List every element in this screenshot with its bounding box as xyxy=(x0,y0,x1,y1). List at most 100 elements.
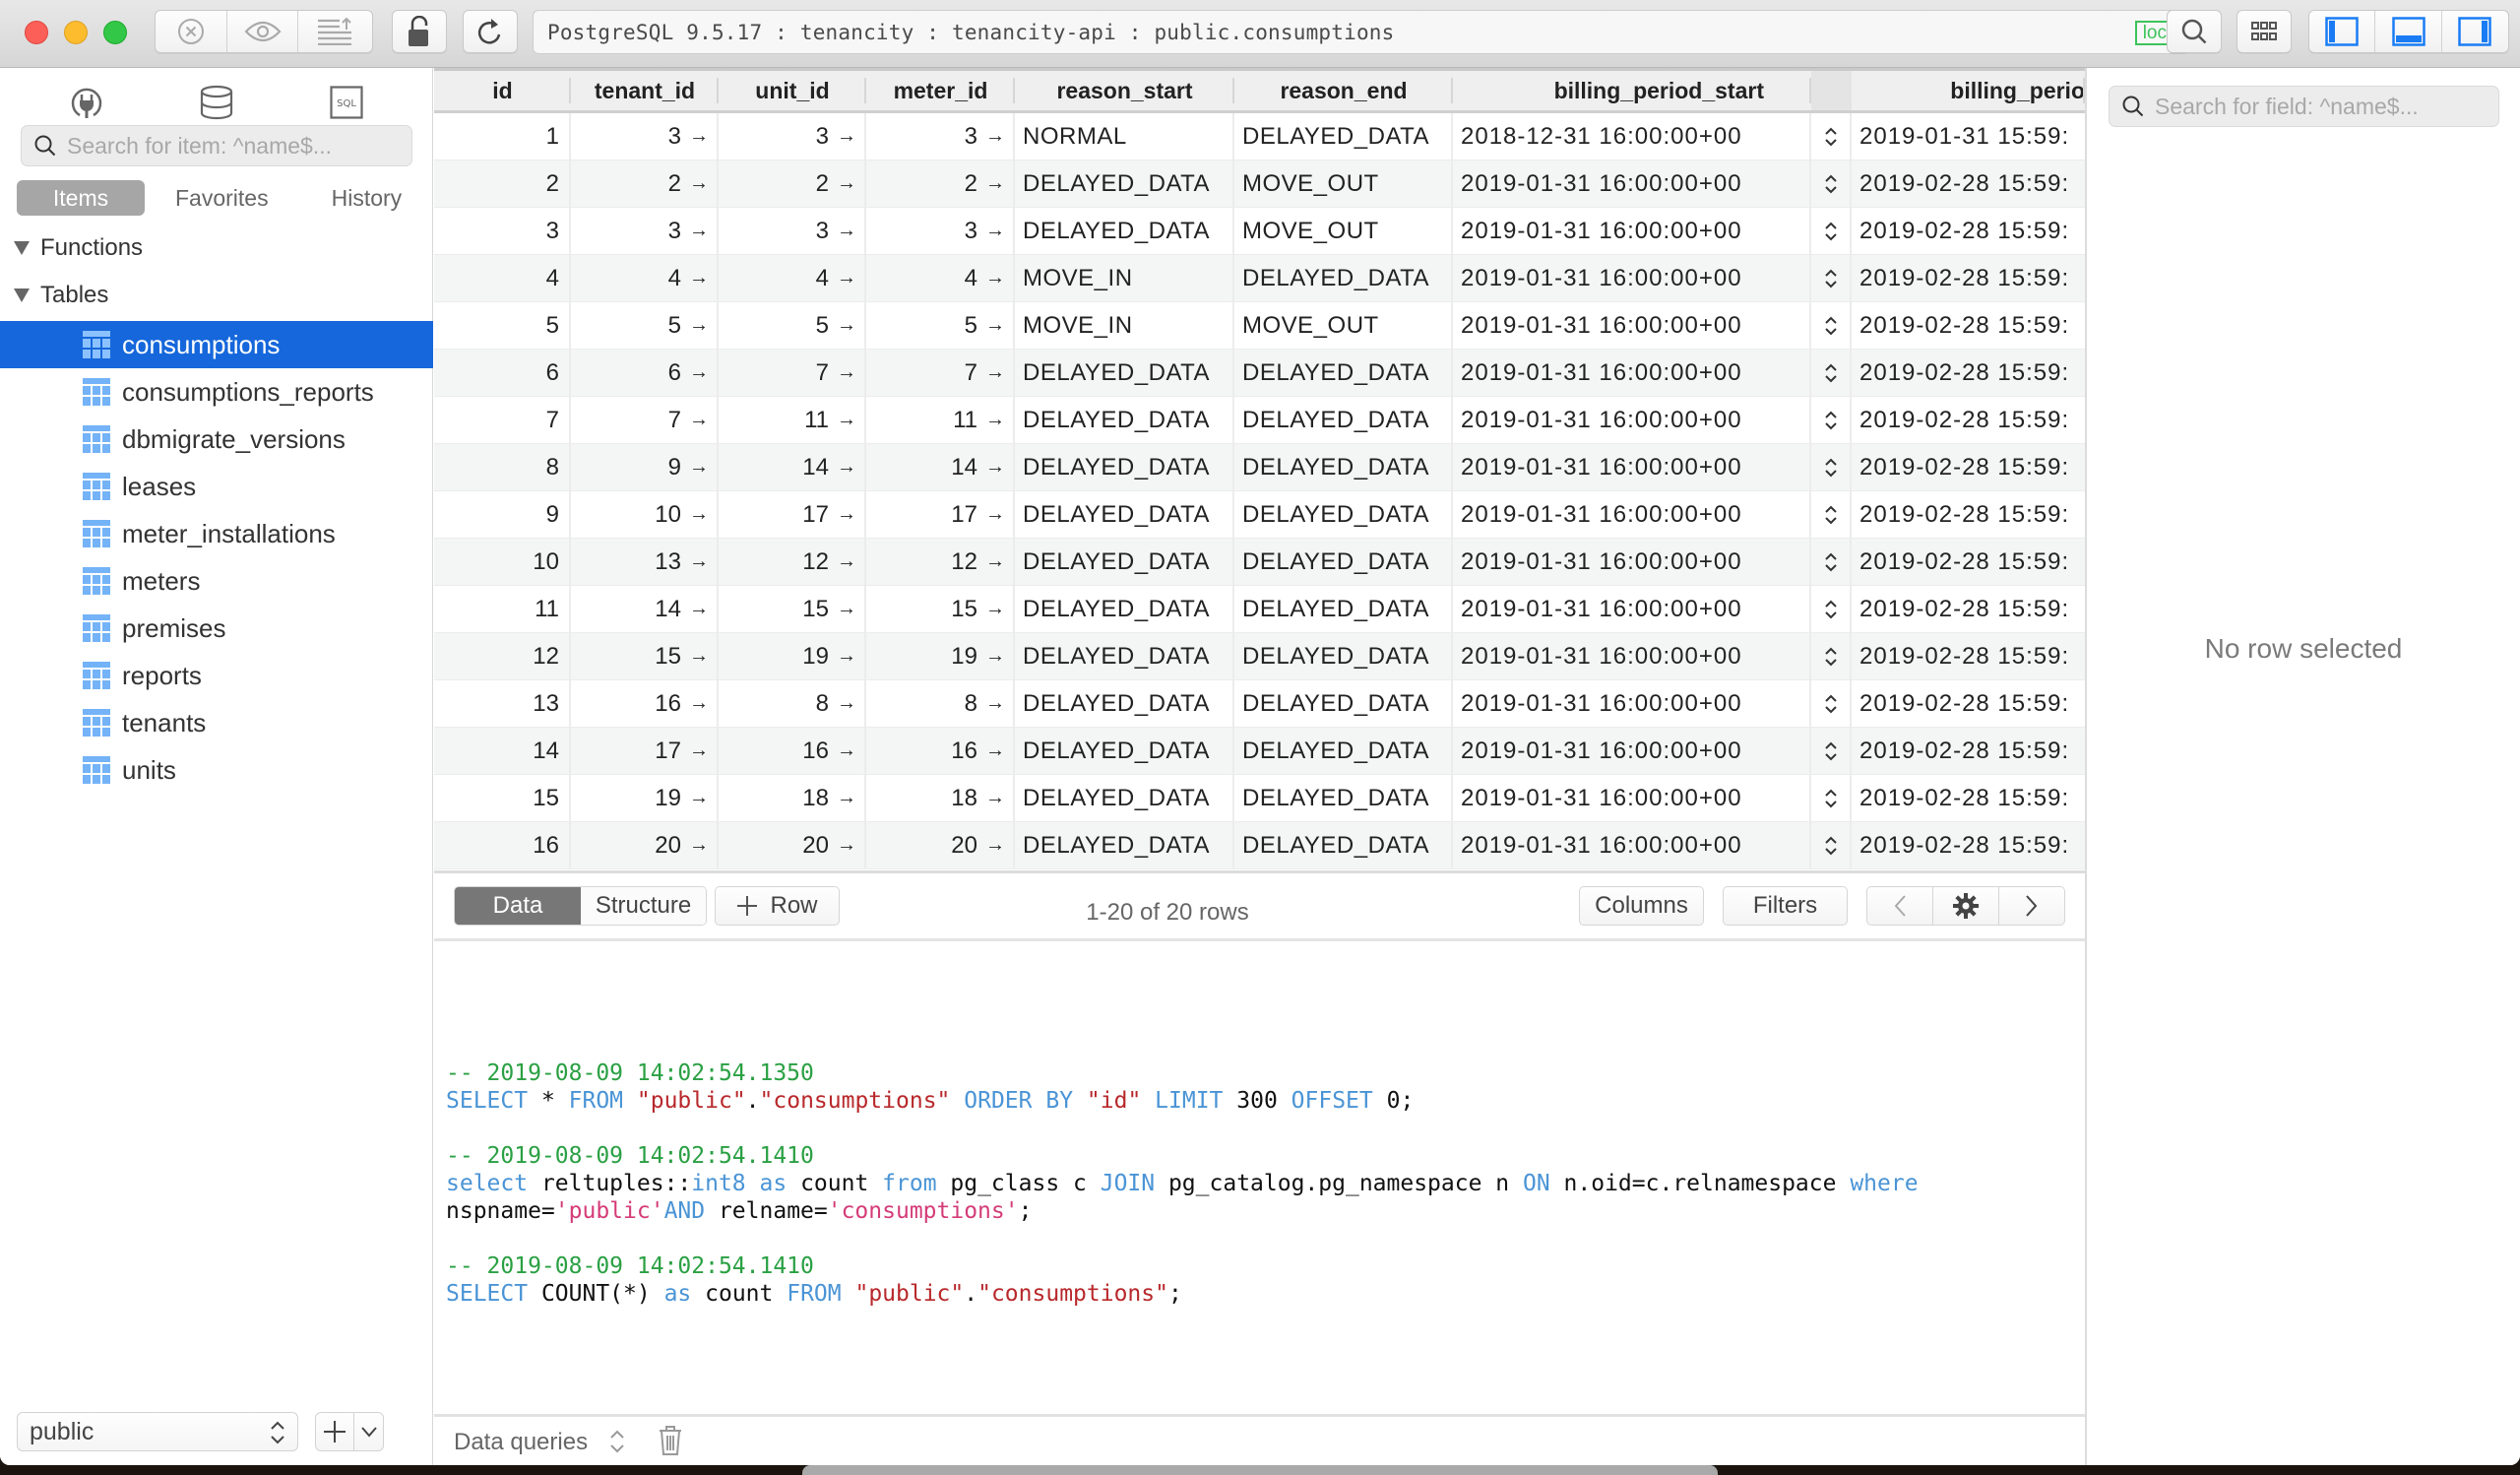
foreign-key-arrow-icon[interactable]: → xyxy=(837,834,856,857)
cell-billing-period-start[interactable]: 2019-01-31 16:00:00+00 xyxy=(1453,255,1811,301)
cell-billing-period-start[interactable]: 2019-01-31 16:00:00+00 xyxy=(1453,586,1811,632)
cell-meter-id[interactable]: 16 → xyxy=(866,728,1015,774)
cell-billing-period-end[interactable]: 2019-02-28 15:59: xyxy=(1852,350,2085,396)
table-row[interactable]: 5 5 → 5 → 5 → MOVE_IN MOVE_OUT 2019-01-31 16:00:0… xyxy=(434,302,2085,350)
foreign-key-arrow-icon[interactable]: → xyxy=(689,409,709,431)
cell-meter-id[interactable]: 12 → xyxy=(866,539,1015,585)
field-search-input[interactable] xyxy=(2155,93,2480,120)
cell-reason-end[interactable]: MOVE_OUT xyxy=(1234,208,1453,254)
filters-button[interactable]: Filters xyxy=(1723,886,1848,926)
cell-reason-start[interactable]: DELAYED_DATA xyxy=(1015,586,1234,632)
cell-reason-start[interactable]: DELAYED_DATA xyxy=(1015,350,1234,396)
cell-tenant-id[interactable]: 9 → xyxy=(571,444,719,490)
minimize-window-button[interactable] xyxy=(64,21,88,44)
cell-id[interactable]: 16 xyxy=(434,822,571,868)
cell-meter-id[interactable]: 5 → xyxy=(866,302,1015,349)
cell-billing-period-end[interactable]: 2019-02-28 15:59: xyxy=(1852,160,2085,207)
cell-stepper[interactable] xyxy=(1811,633,1852,679)
cell-unit-id[interactable]: 5 → xyxy=(719,302,866,349)
cell-reason-start[interactable]: NORMAL xyxy=(1015,113,1234,160)
cell-unit-id[interactable]: 16 → xyxy=(719,728,866,774)
cell-meter-id[interactable]: 7 → xyxy=(866,350,1015,396)
foreign-key-arrow-icon[interactable]: → xyxy=(837,267,856,289)
foreign-key-arrow-icon[interactable]: → xyxy=(837,361,856,384)
foreign-key-arrow-icon[interactable]: → xyxy=(985,692,1005,715)
table-row[interactable]: 14 17 → 16 → 16 → DELAYED_DATA DELAYED_DATA 2019-… xyxy=(434,728,2085,775)
foreign-key-arrow-icon[interactable]: → xyxy=(985,503,1005,526)
table-row[interactable]: 12 15 → 19 → 19 → DELAYED_DATA DELAYED_DATA 2019-… xyxy=(434,633,2085,680)
cell-tenant-id[interactable]: 14 → xyxy=(571,586,719,632)
foreign-key-arrow-icon[interactable]: → xyxy=(689,787,709,809)
cell-reason-start[interactable]: DELAYED_DATA xyxy=(1015,680,1234,727)
cell-unit-id[interactable]: 3 → xyxy=(719,208,866,254)
cell-unit-id[interactable]: 17 → xyxy=(719,491,866,538)
table-row[interactable]: 13 16 → 8 → 8 → DELAYED_DATA DELAYED_DATA 2019-01… xyxy=(434,680,2085,728)
cell-reason-end[interactable]: DELAYED_DATA xyxy=(1234,586,1453,632)
foreign-key-arrow-icon[interactable]: → xyxy=(837,456,856,479)
cell-meter-id[interactable]: 19 → xyxy=(866,633,1015,679)
table-row[interactable]: 11 14 → 15 → 15 → DELAYED_DATA DELAYED_DATA 2019-… xyxy=(434,586,2085,633)
cell-tenant-id[interactable]: 15 → xyxy=(571,633,719,679)
table-row[interactable]: 8 9 → 14 → 14 → DELAYED_DATA DELAYED_DATA 2019-01… xyxy=(434,444,2085,491)
cell-billing-period-end[interactable]: 2019-02-28 15:59: xyxy=(1852,680,2085,727)
connections-button[interactable] xyxy=(62,78,111,127)
cell-billing-period-start[interactable]: 2019-01-31 16:00:00+00 xyxy=(1453,680,1811,727)
cell-billing-period-end[interactable]: 2019-02-28 15:59: xyxy=(1852,728,2085,774)
cell-stepper[interactable] xyxy=(1811,255,1852,301)
item-search-input[interactable] xyxy=(67,132,392,160)
cell-meter-id[interactable]: 3 → xyxy=(866,113,1015,160)
import-button[interactable] xyxy=(298,11,372,52)
foreign-key-arrow-icon[interactable]: → xyxy=(837,125,856,148)
cell-billing-period-end[interactable]: 2019-01-31 15:59: xyxy=(1852,113,2085,160)
table-row[interactable]: 16 20 → 20 → 20 → DELAYED_DATA DELAYED_DATA 2019-… xyxy=(434,822,2085,869)
cell-meter-id[interactable]: 11 → xyxy=(866,397,1015,443)
tab-history[interactable]: History xyxy=(309,180,425,216)
toggle-left-panel-button[interactable] xyxy=(2309,11,2376,52)
cell-stepper[interactable] xyxy=(1811,302,1852,349)
foreign-key-arrow-icon[interactable]: → xyxy=(689,314,709,337)
cell-unit-id[interactable]: 19 → xyxy=(719,633,866,679)
query-log[interactable]: -- 2019-08-09 14:02:54.1350 SELECT * FROM… xyxy=(434,941,2085,1465)
cell-stepper[interactable] xyxy=(1811,775,1852,821)
cell-billing-period-end[interactable]: 2019-02-28 15:59: xyxy=(1852,444,2085,490)
foreign-key-arrow-icon[interactable]: → xyxy=(837,409,856,431)
cell-id[interactable]: 12 xyxy=(434,633,571,679)
cell-unit-id[interactable]: 20 → xyxy=(719,822,866,868)
cell-stepper[interactable] xyxy=(1811,113,1852,160)
sql-query-button[interactable]: SQL xyxy=(322,78,371,127)
sidebar-table-item[interactable]: dbmigrate_versions xyxy=(0,416,433,463)
cell-reason-start[interactable]: DELAYED_DATA xyxy=(1015,208,1234,254)
column-header-billing-period-start[interactable]: billing_period_start xyxy=(1453,71,1811,110)
cell-reason-end[interactable]: DELAYED_DATA xyxy=(1234,113,1453,160)
foreign-key-arrow-icon[interactable]: → xyxy=(837,787,856,809)
cell-reason-start[interactable]: DELAYED_DATA xyxy=(1015,491,1234,538)
sidebar-table-item[interactable]: meter_installations xyxy=(0,510,433,557)
column-header-sort-area[interactable] xyxy=(1811,71,1852,110)
cell-id[interactable]: 13 xyxy=(434,680,571,727)
cell-billing-period-start[interactable]: 2019-01-31 16:00:00+00 xyxy=(1453,539,1811,585)
cell-stepper[interactable] xyxy=(1811,586,1852,632)
column-header-id[interactable]: id xyxy=(434,71,571,110)
global-search-button[interactable] xyxy=(2167,10,2222,53)
preview-button[interactable] xyxy=(227,11,298,52)
cell-id[interactable]: 1 xyxy=(434,113,571,160)
sidebar-table-item[interactable]: meters xyxy=(0,557,433,605)
cell-tenant-id[interactable]: 10 → xyxy=(571,491,719,538)
foreign-key-arrow-icon[interactable]: → xyxy=(985,787,1005,809)
cell-reason-end[interactable]: DELAYED_DATA xyxy=(1234,444,1453,490)
table-row[interactable]: 6 6 → 7 → 7 → DELAYED_DATA DELAYED_DATA 2019-01-3… xyxy=(434,350,2085,397)
field-search-field[interactable] xyxy=(2109,86,2499,127)
add-row-button[interactable]: Row xyxy=(715,886,840,926)
foreign-key-arrow-icon[interactable]: → xyxy=(837,172,856,195)
foreign-key-arrow-icon[interactable]: → xyxy=(689,645,709,668)
foreign-key-arrow-icon[interactable]: → xyxy=(837,645,856,668)
cell-tenant-id[interactable]: 16 → xyxy=(571,680,719,727)
cell-reason-start[interactable]: DELAYED_DATA xyxy=(1015,444,1234,490)
cell-id[interactable]: 15 xyxy=(434,775,571,821)
foreign-key-arrow-icon[interactable]: → xyxy=(837,598,856,620)
cell-stepper[interactable] xyxy=(1811,208,1852,254)
foreign-key-arrow-icon[interactable]: → xyxy=(985,172,1005,195)
cell-meter-id[interactable]: 3 → xyxy=(866,208,1015,254)
cell-id[interactable]: 2 xyxy=(434,160,571,207)
cell-unit-id[interactable]: 2 → xyxy=(719,160,866,207)
